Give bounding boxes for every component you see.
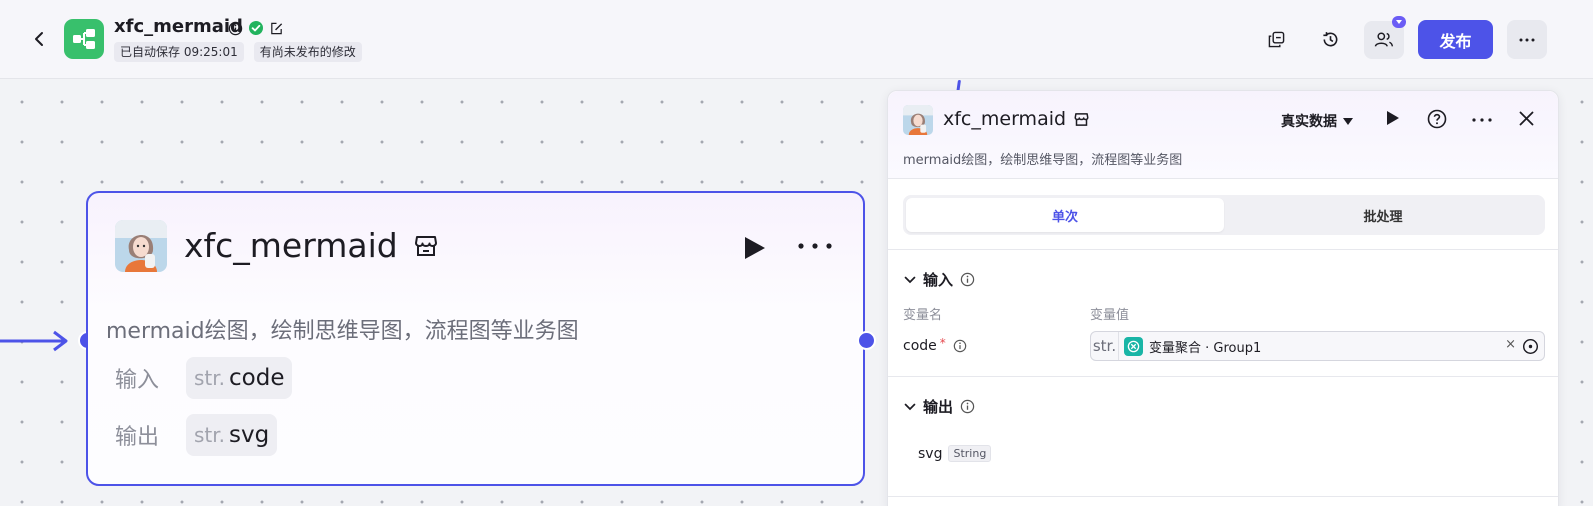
output-type-badge: String	[948, 445, 992, 462]
workflow-logo	[64, 19, 104, 59]
more-icon	[1519, 38, 1535, 41]
variable-chip-label: 变量聚合 · Group1	[1149, 340, 1262, 356]
new-badge	[1392, 15, 1406, 28]
copy-icon	[1268, 31, 1284, 48]
data-mode-label: 真实数据	[1281, 114, 1337, 130]
title-icons	[228, 20, 284, 36]
incoming-edge-arrow	[0, 330, 68, 352]
play-icon[interactable]	[1386, 110, 1400, 126]
node-input-row: 输入 str. code	[115, 357, 293, 399]
tab-batch[interactable]: 批处理	[1224, 198, 1542, 232]
info-icon[interactable]	[228, 21, 243, 36]
param-code-label: code *	[903, 336, 967, 354]
panel-title: xfc_mermaid	[943, 108, 1067, 130]
node-output-param: str. svg	[186, 414, 278, 456]
history-button[interactable]	[1310, 21, 1350, 59]
input-section-title: 输入	[923, 271, 954, 289]
store-icon	[1074, 113, 1089, 126]
plugin-avatar	[115, 220, 167, 272]
divider	[888, 249, 1558, 250]
history-icon	[1322, 32, 1337, 47]
param-name: code	[903, 338, 937, 354]
divider	[888, 376, 1558, 377]
variable-reference-input[interactable]: str. 变量聚合 · Group1 ×	[1090, 331, 1545, 361]
top-header: xfc_mermaid 已自动保存 09:25:01 有尚未发布的修改 发布	[0, 0, 1593, 79]
header-more-button[interactable]	[1507, 20, 1547, 59]
info-icon[interactable]	[960, 272, 975, 287]
chevron-down-icon	[904, 403, 916, 410]
node-input-label: 输入	[115, 368, 160, 393]
copy-button[interactable]	[1256, 21, 1296, 59]
autosave-tag: 已自动保存 09:25:01	[114, 42, 244, 62]
column-value-label: 变量值	[1090, 308, 1130, 323]
required-marker: *	[939, 336, 946, 350]
info-icon[interactable]	[960, 399, 975, 414]
clear-variable-button[interactable]: ×	[1505, 337, 1516, 352]
chevron-down-icon	[904, 276, 916, 283]
output-name: svg	[918, 445, 943, 462]
variable-chip: 变量聚合 · Group1	[1124, 336, 1262, 356]
output-section-header[interactable]: 输出	[904, 396, 975, 417]
publish-button[interactable]: 发布	[1418, 20, 1493, 59]
panel-description: mermaid绘图，绘制思维导图，流程图等业务图	[903, 153, 1183, 168]
header-actions: 发布	[1256, 15, 1547, 59]
edit-icon[interactable]	[269, 21, 284, 36]
input-section-header[interactable]: 输入	[904, 269, 975, 290]
collaborators-icon	[1374, 32, 1394, 47]
column-name-label: 变量名	[903, 308, 943, 323]
help-icon[interactable]	[1427, 109, 1447, 129]
output-port[interactable]	[857, 331, 876, 350]
param-name: code	[229, 365, 285, 391]
divider	[888, 496, 1558, 497]
node-more-icon[interactable]	[798, 243, 832, 249]
run-mode-tabs: 单次 批处理	[903, 195, 1545, 235]
back-arrow-icon	[35, 32, 43, 46]
app-title: xfc_mermaid	[114, 16, 243, 37]
output-param-row: svg String	[918, 445, 992, 462]
node-config-panel: xfc_mermaid 真实数据 mermaid绘图，绘制思维导图，流程图等业务…	[887, 90, 1559, 506]
unpublished-tag: 有尚未发布的修改	[253, 42, 362, 62]
back-button[interactable]	[28, 28, 50, 50]
node-description: mermaid绘图，绘制思维导图，流程图等业务图	[106, 319, 579, 344]
info-icon[interactable]	[953, 339, 967, 353]
var-type-label: str.	[1091, 332, 1119, 360]
caret-down-icon	[1343, 117, 1353, 125]
tab-single[interactable]: 单次	[906, 198, 1224, 232]
close-icon[interactable]	[1519, 111, 1534, 126]
status-tags: 已自动保存 09:25:01 有尚未发布的修改	[114, 42, 362, 62]
node-input-param: str. code	[186, 357, 293, 399]
data-mode-dropdown[interactable]: 真实数据	[1281, 111, 1353, 131]
variable-merge-icon	[1124, 336, 1143, 356]
node-output-label: 输出	[115, 425, 160, 450]
run-node-icon[interactable]	[743, 235, 767, 261]
store-icon	[415, 236, 437, 256]
workflow-logo-icon	[73, 29, 95, 49]
collaborators-button[interactable]	[1364, 15, 1406, 59]
verified-check-icon	[249, 21, 263, 35]
param-name: svg	[229, 422, 270, 448]
param-type: str.	[194, 366, 226, 390]
panel-plugin-avatar	[903, 105, 933, 135]
target-icon[interactable]	[1522, 338, 1539, 355]
node-output-row: 输出 str. svg	[115, 414, 278, 456]
plugin-node-card[interactable]: xfc_mermaid mermaid绘图，绘制思维导图，流程图等业务图 输入 …	[86, 191, 865, 486]
node-title: xfc_mermaid	[184, 226, 398, 265]
panel-more-icon[interactable]	[1472, 118, 1492, 122]
output-section-title: 输出	[923, 398, 954, 416]
param-type: str.	[194, 423, 226, 447]
